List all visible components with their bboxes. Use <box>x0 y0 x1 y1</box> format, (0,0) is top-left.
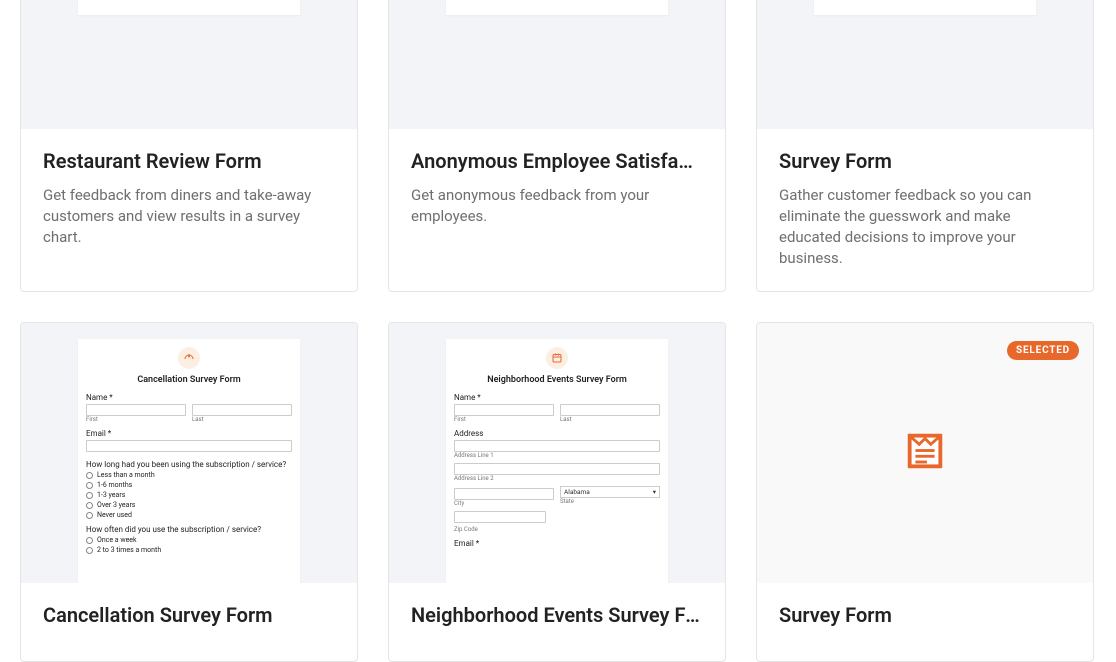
preview-heading: Neighborhood Events Survey Form <box>454 375 660 385</box>
card-description: Get feedback from diners and take-away c… <box>43 185 335 248</box>
bell-icon <box>178 347 200 369</box>
template-card-survey-form[interactable]: Your Experience * ★ ★ ★ ★ ★ Overall, how… <box>756 0 1094 292</box>
template-preview: Your Experience * ★ ★ ★ ★ ★ Overall, how… <box>757 0 1093 129</box>
card-body: Anonymous Employee Satisfaction … Get an… <box>389 129 725 249</box>
card-body: Survey Form <box>757 583 1093 661</box>
card-body: Cancellation Survey Form <box>21 583 357 661</box>
form-icon <box>902 428 948 478</box>
card-title: Survey Form <box>779 149 1071 173</box>
card-title: Restaurant Review Form <box>43 149 335 173</box>
card-body: Survey Form Gather customer feedback so … <box>757 129 1093 291</box>
template-preview: Did you dine in or take out? Dine in Tak… <box>21 0 357 129</box>
card-description: Get anonymous feedback from your employe… <box>411 185 703 227</box>
selected-badge: SELECTED <box>1007 341 1079 360</box>
calendar-icon <box>546 347 568 369</box>
card-description: Gather customer feedback so you can elim… <box>779 185 1071 269</box>
card-title: Cancellation Survey Form <box>43 603 335 627</box>
card-title: Survey Form <box>779 603 1071 627</box>
preview-heading: Cancellation Survey Form <box>86 375 292 385</box>
state-select: Alabama▾ <box>560 486 660 498</box>
template-card-cancellation-survey[interactable]: Cancellation Survey Form Name * First La… <box>20 322 358 662</box>
card-body: Neighborhood Events Survey Form <box>389 583 725 661</box>
template-preview: Cancellation Survey Form Name * First La… <box>21 323 357 583</box>
preview-question: How often did you use the subscription /… <box>86 525 292 534</box>
template-card-survey-form-selected[interactable]: SELECTED Survey Form <box>756 322 1094 662</box>
template-card-neighborhood-events[interactable]: Neighborhood Events Survey Form Name * F… <box>388 322 726 662</box>
preview-question: How long had you been using the subscrip… <box>86 460 292 469</box>
template-preview <box>757 323 1093 583</box>
template-preview: Strongly Disagree Disagree Neutral Agree… <box>389 0 725 129</box>
chevron-down-icon: ▾ <box>653 486 656 498</box>
template-card-employee-satisfaction[interactable]: Strongly Disagree Disagree Neutral Agree… <box>388 0 726 292</box>
card-body: Restaurant Review Form Get feedback from… <box>21 129 357 270</box>
template-grid: Did you dine in or take out? Dine in Tak… <box>0 0 1116 662</box>
template-card-restaurant-review[interactable]: Did you dine in or take out? Dine in Tak… <box>20 0 358 292</box>
card-title: Anonymous Employee Satisfaction … <box>411 149 703 173</box>
card-title: Neighborhood Events Survey Form <box>411 603 703 627</box>
template-preview: Neighborhood Events Survey Form Name * F… <box>389 323 725 583</box>
